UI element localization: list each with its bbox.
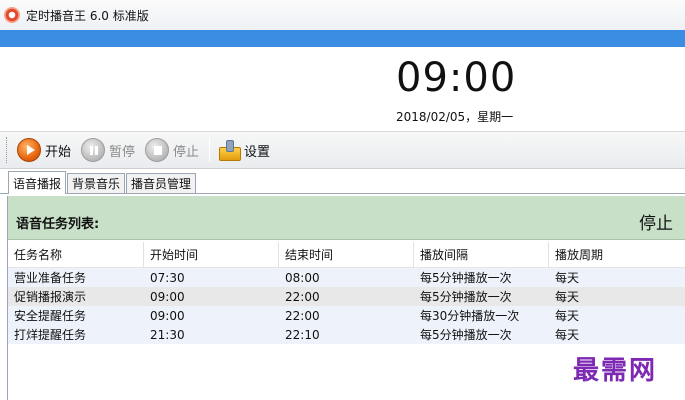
task-name-cell: 促销播报演示 [14,290,87,304]
app-icon [4,7,20,23]
start-time-cell: 21:30 [150,327,185,342]
task-list-header: 语音任务列表: 停止 [8,196,685,240]
tab-background-music[interactable]: 背景音乐 [67,173,126,193]
clock-panel: 09:00 2018/02/05，星期一 [0,47,685,131]
clock-date: 2018/02/05，星期一 [396,110,514,124]
toolbar-grip [6,137,9,163]
task-list-title: 语音任务列表: [16,217,100,232]
start-time-cell: 07:30 [150,270,185,285]
tab-bar: 语音播报 背景音乐 播音员管理 [0,169,685,194]
title-bar: 定时播音王 6.0 标准版 [0,0,685,30]
start-button[interactable]: 开始 [17,135,71,165]
column-header-start-time[interactable]: 开始时间 [144,241,279,268]
clock-time: 09:00 [396,55,517,101]
toolbar: 开始 暂停 停止 设置 [0,131,685,169]
task-name-cell: 安全提醒任务 [14,309,87,323]
column-header-end-time[interactable]: 结束时间 [279,241,414,268]
table-row[interactable]: 促销播报演示 09:00 22:00 每5分钟播放一次 每天 [8,287,685,306]
end-time-cell: 22:00 [285,308,320,323]
interval-cell: 每5分钟播放一次 [420,328,512,342]
end-time-cell: 08:00 [285,270,320,285]
table-header-row: 任务名称 开始时间 结束时间 播放间隔 播放周期 [8,241,685,268]
settings-label: 设置 [244,144,271,160]
end-time-cell: 22:00 [285,289,320,304]
task-table: 任务名称 开始时间 结束时间 播放间隔 播放周期 营业准备任务 07:30 08… [8,241,685,344]
pause-label: 暂停 [109,144,136,160]
end-time-cell: 22:10 [285,327,320,342]
pause-button[interactable]: 暂停 [81,135,135,165]
stop-icon [145,138,170,162]
status-text: 停止 [639,214,673,234]
start-label: 开始 [45,144,72,160]
interval-cell: 每5分钟播放一次 [420,271,512,285]
table-row[interactable]: 安全提醒任务 09:00 22:00 每30分钟播放一次 每天 [8,306,685,325]
cycle-cell: 每天 [555,271,580,285]
settings-icon [218,138,242,162]
column-header-cycle[interactable]: 播放周期 [549,242,685,268]
stop-label: 停止 [173,144,200,160]
watermark-logo: 最需网 [573,356,658,386]
task-name-cell: 营业准备任务 [14,271,87,285]
start-time-cell: 09:00 [150,289,185,304]
settings-button[interactable]: 设置 [218,135,270,165]
tab-voice-broadcast[interactable]: 语音播报 [8,171,67,194]
tab-announcer-management[interactable]: 播音员管理 [126,173,197,193]
cycle-cell: 每天 [555,309,580,323]
toolbar-separator [209,138,211,162]
play-icon [17,138,41,162]
column-header-interval[interactable]: 播放间隔 [414,241,549,268]
accent-bar [0,30,685,47]
pause-icon [81,138,106,162]
column-header-task-name[interactable]: 任务名称 [8,241,144,268]
task-name-cell: 打烊提醒任务 [14,328,87,342]
table-row[interactable]: 营业准备任务 07:30 08:00 每5分钟播放一次 每天 [8,268,685,287]
interval-cell: 每30分钟播放一次 [420,309,520,323]
interval-cell: 每5分钟播放一次 [420,290,512,304]
start-time-cell: 09:00 [150,308,185,323]
stop-button[interactable]: 停止 [145,135,199,165]
cycle-cell: 每天 [555,328,580,342]
table-row[interactable]: 打烊提醒任务 21:30 22:10 每5分钟播放一次 每天 [8,325,685,344]
cycle-cell: 每天 [555,290,580,304]
window-title: 定时播音王 6.0 标准版 [26,8,149,23]
